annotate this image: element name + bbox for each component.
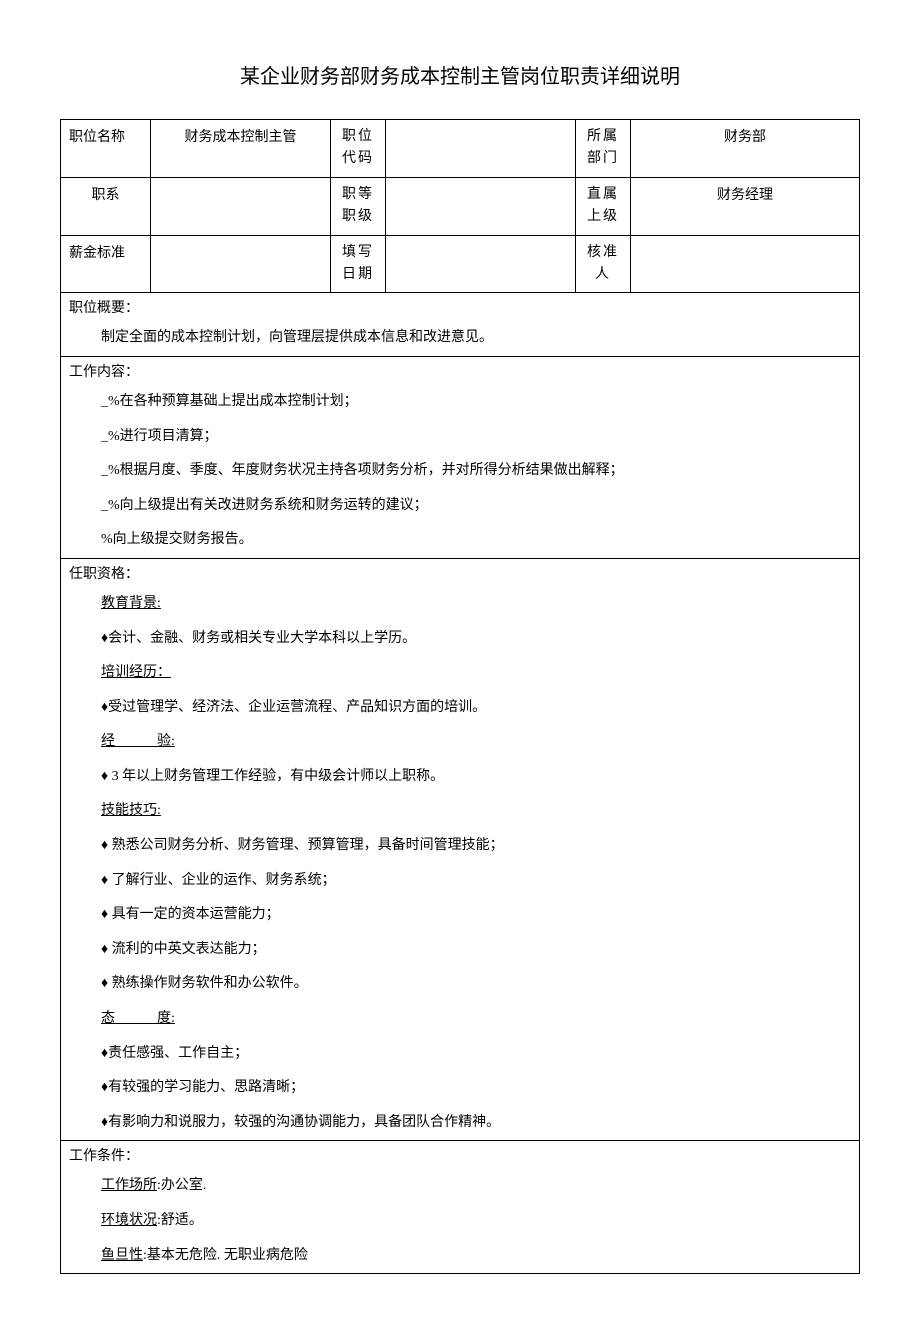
job-description-table: 职位名称 财务成本控制主管 职位代码 所属部门 财务部 职系 职等职级 直属上级… — [60, 119, 860, 1274]
training-item-0: ♦受过管理学、经济法、企业运营流程、产品知识方面的培训。 — [61, 691, 860, 726]
training-label: 培训经历： — [61, 656, 860, 691]
overview-text: 制定全面的成本控制计划，向管理层提供成本信息和改进意见。 — [61, 321, 860, 356]
grade-label: 职等职级 — [331, 177, 386, 235]
job-series-value — [151, 177, 331, 235]
qualifications-label: 任职资格： — [61, 558, 860, 587]
overview-label: 职位概要： — [61, 293, 860, 322]
header-row-2: 职系 职等职级 直属上级 财务经理 — [61, 177, 860, 235]
work-line-0: _%在各种预算基础上提出成本控制计划； — [61, 385, 860, 420]
header-row-1: 职位名称 财务成本控制主管 职位代码 所属部门 财务部 — [61, 120, 860, 178]
header-row-3: 薪金标准 填写日期 核准人 — [61, 235, 860, 293]
position-code-label: 职位代码 — [331, 120, 386, 178]
skill-label: 技能技巧: — [61, 794, 860, 829]
attitude-item-0: ♦责任感强、工作自主； — [61, 1037, 860, 1072]
department-label: 所属部门 — [576, 120, 631, 178]
skill-item-4: ♦ 熟练操作财务软件和办公软件。 — [61, 967, 860, 1002]
work-line-2: _%根据月度、季度、年度财务状况主持各项财务分析，并对所得分析结果做出解释； — [61, 454, 860, 489]
work-line-1: _%进行项目清算； — [61, 420, 860, 455]
salary-value — [151, 235, 331, 293]
fill-date-value — [386, 235, 576, 293]
salary-label: 薪金标准 — [61, 235, 151, 293]
approver-value — [631, 235, 860, 293]
grade-value — [386, 177, 576, 235]
skill-item-2: ♦ 具有一定的资本运营能力； — [61, 898, 860, 933]
position-name-value: 财务成本控制主管 — [151, 120, 331, 178]
skill-item-3: ♦ 流利的中英文表达能力； — [61, 933, 860, 968]
approver-label: 核准人 — [576, 235, 631, 293]
edu-label: 教育背景: — [61, 587, 860, 622]
fill-date-label: 填写日期 — [331, 235, 386, 293]
position-code-value — [386, 120, 576, 178]
document-title: 某企业财务部财务成本控制主管岗位职责详细说明 — [60, 60, 860, 89]
supervisor-value: 财务经理 — [631, 177, 860, 235]
exp-label: 经 验: — [61, 725, 860, 760]
job-series-label: 职系 — [61, 177, 151, 235]
skill-item-0: ♦ 熟悉公司财务分析、财务管理、预算管理，具备时间管理技能； — [61, 829, 860, 864]
work-line-3: _%向上级提出有关改进财务系统和财务运转的建议； — [61, 489, 860, 524]
risk-line: 鱼旦性:基本无危险. 无职业病危险 — [61, 1239, 860, 1274]
position-name-label: 职位名称 — [61, 120, 151, 178]
department-value: 财务部 — [631, 120, 860, 178]
attitude-item-1: ♦有较强的学习能力、思路清晰； — [61, 1071, 860, 1106]
conditions-label: 工作条件： — [61, 1141, 860, 1170]
attitude-item-2: ♦有影响力和说服力，较强的沟通协调能力，具备团队合作精神。 — [61, 1106, 860, 1141]
work-line-4: %向上级提交财务报告。 — [61, 523, 860, 558]
skill-item-1: ♦ 了解行业、企业的运作、财务系统； — [61, 864, 860, 899]
work-label: 工作内容： — [61, 356, 860, 385]
exp-item-0: ♦ 3 年以上财务管理工作经验，有中级会计师以上职称。 — [61, 760, 860, 795]
attitude-label: 态 度: — [61, 1002, 860, 1037]
workplace-line: 工作场所:办公室. — [61, 1169, 860, 1204]
edu-item-0: ♦会计、金融、财务或相关专业大学本科以上学历。 — [61, 622, 860, 657]
environment-line: 环境状况:舒适。 — [61, 1204, 860, 1239]
supervisor-label: 直属上级 — [576, 177, 631, 235]
